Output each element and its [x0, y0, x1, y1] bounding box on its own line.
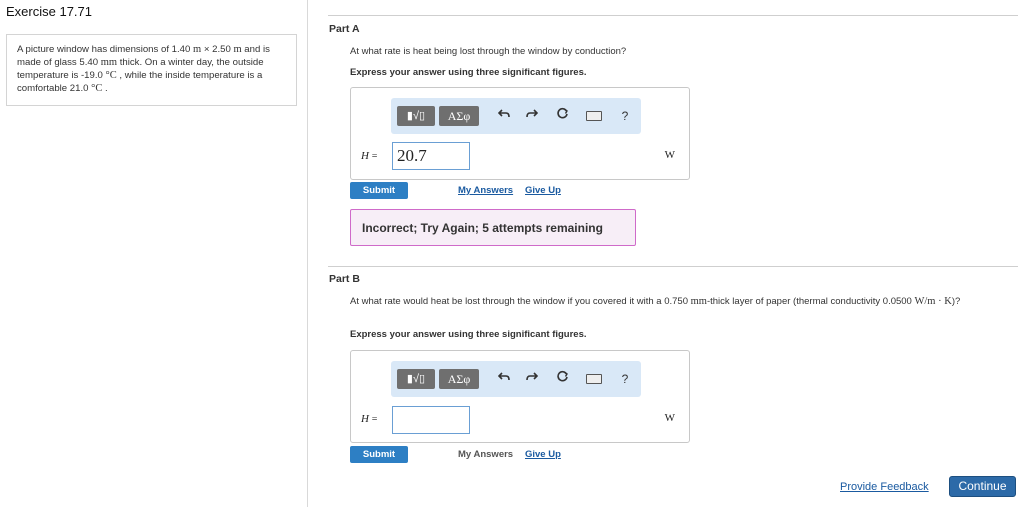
question-area: Part A At what rate is heat being lost t… [308, 0, 1024, 507]
part-a-answer-box: ▮√▯ ΑΣφ ? H = 20.7 W [350, 87, 690, 180]
feedback-message: Incorrect; Try Again; 5 attempts remaini… [350, 209, 636, 246]
problem-statement: A picture window has dimensions of 1.40 … [6, 34, 297, 106]
part-b-title: Part B [329, 273, 360, 285]
math-toolbar: ▮√▯ ΑΣφ ? [391, 361, 641, 397]
help-icon[interactable]: ? [616, 107, 634, 125]
part-a-title: Part A [329, 23, 360, 35]
part-b-my-answers-link[interactable]: My Answers [458, 449, 513, 460]
redo-icon[interactable] [523, 370, 541, 388]
fraction-template-button[interactable]: ▮√▯ [397, 106, 435, 126]
part-a-give-up-link[interactable]: Give Up [525, 185, 561, 196]
part-b-submit-button[interactable]: Submit [350, 446, 408, 463]
part-b-answer-box: ▮√▯ ΑΣφ ? H = W [350, 350, 690, 443]
unit-label: W [664, 412, 675, 424]
reset-icon[interactable] [553, 370, 571, 388]
reset-icon[interactable] [553, 107, 571, 125]
fraction-template-button[interactable]: ▮√▯ [397, 369, 435, 389]
keyboard-icon[interactable] [586, 111, 602, 121]
greek-symbols-button[interactable]: ΑΣφ [439, 369, 479, 389]
part-b-give-up-link[interactable]: Give Up [525, 449, 561, 460]
exercise-title: Exercise 17.71 [6, 4, 92, 19]
greek-symbols-button[interactable]: ΑΣφ [439, 106, 479, 126]
provide-feedback-link[interactable]: Provide Feedback [840, 481, 929, 493]
part-a-submit-button[interactable]: Submit [350, 182, 408, 199]
part-a-instruction: Express your answer using three signific… [350, 67, 587, 78]
variable-label: H = [361, 413, 378, 425]
undo-icon[interactable] [495, 107, 513, 125]
part-a-question: At what rate is heat being lost through … [350, 46, 627, 57]
math-toolbar: ▮√▯ ΑΣφ ? [391, 98, 641, 134]
unit-label: W [664, 149, 675, 161]
part-b-instruction: Express your answer using three signific… [350, 329, 587, 340]
keyboard-icon[interactable] [586, 374, 602, 384]
divider [328, 266, 1018, 267]
undo-icon[interactable] [495, 370, 513, 388]
part-b-question: At what rate would heat be lost through … [350, 296, 961, 307]
variable-label: H = [361, 150, 378, 162]
problem-panel: Exercise 17.71 A picture window has dime… [0, 0, 308, 507]
part-a-my-answers-link[interactable]: My Answers [458, 185, 513, 196]
divider [328, 15, 1018, 16]
part-b-answer-input[interactable] [392, 406, 470, 434]
help-icon[interactable]: ? [616, 370, 634, 388]
part-a-answer-input[interactable]: 20.7 [392, 142, 470, 170]
redo-icon[interactable] [523, 107, 541, 125]
continue-button[interactable]: Continue [949, 476, 1016, 497]
